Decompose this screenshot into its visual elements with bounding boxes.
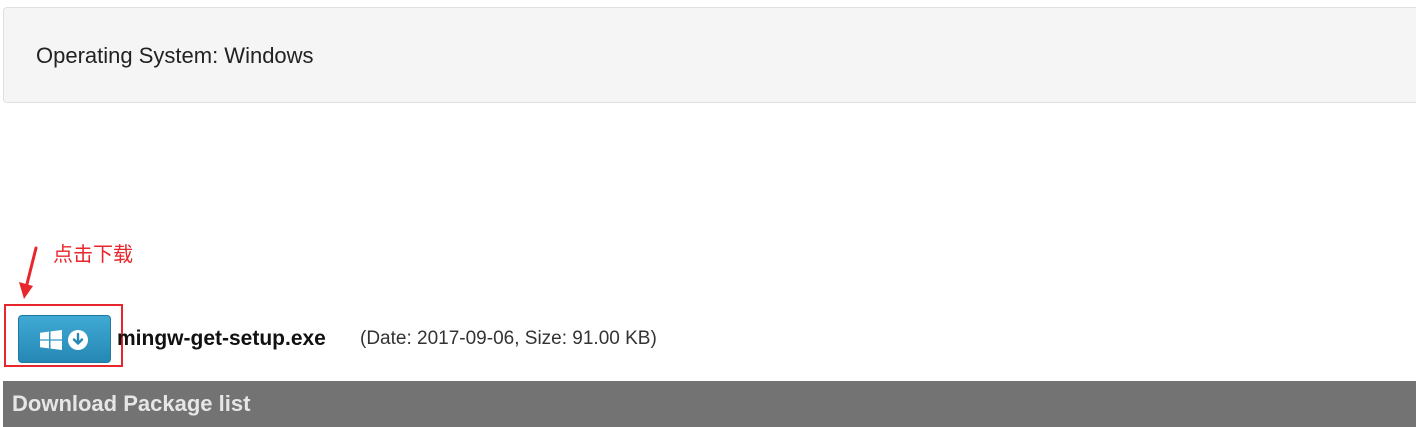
operating-system-panel: Operating System: Windows [3,7,1416,103]
package-list-title: Download Package list [12,391,251,416]
package-list-header: Download Package list [3,381,1416,427]
operating-system-label: Operating System: Windows [36,43,314,68]
annotation-arrow-icon [19,246,38,299]
download-circle-icon [68,330,88,350]
download-button[interactable] [18,315,111,363]
download-file-link[interactable]: mingw-get-setup.exe [117,327,326,351]
windows-icon [40,330,62,350]
download-file-meta: (Date: 2017-09-06, Size: 91.00 KB) [360,328,657,349]
annotation-click-to-download: 点击下载 [53,242,133,266]
